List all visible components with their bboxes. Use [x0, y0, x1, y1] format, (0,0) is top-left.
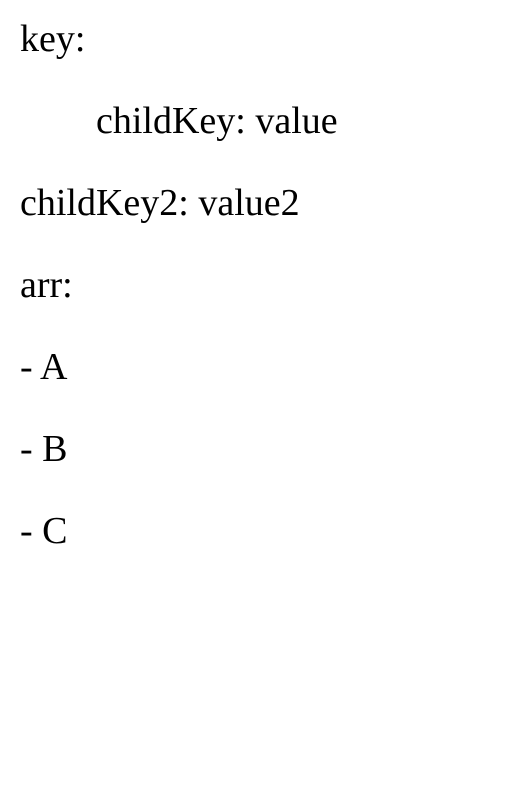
yaml-line-item-c: - C [20, 512, 491, 550]
yaml-line-arr: arr: [20, 266, 491, 304]
yaml-line-childkey: childKey: value [20, 102, 491, 140]
yaml-line-item-a: - A [20, 348, 491, 386]
yaml-line-childkey2: childKey2: value2 [20, 184, 491, 222]
yaml-line-key: key: [20, 20, 491, 58]
yaml-line-item-b: - B [20, 430, 491, 468]
